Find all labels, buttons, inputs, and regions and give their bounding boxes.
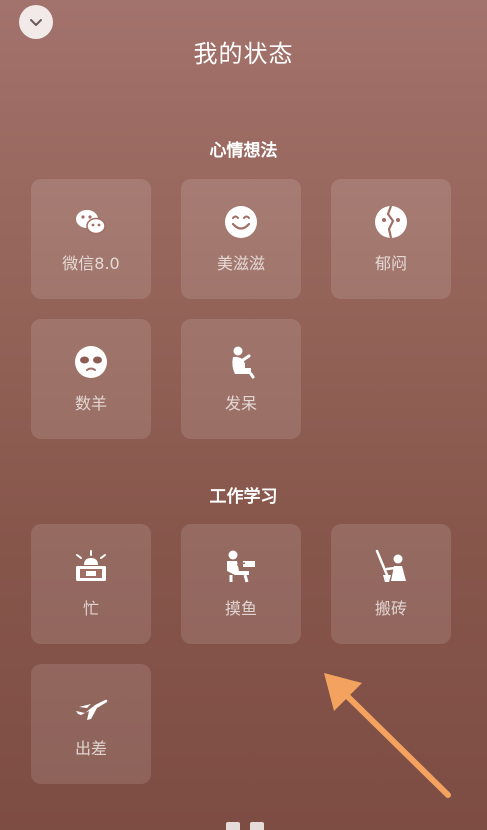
status-tile-daze[interactable]: 发呆	[181, 319, 301, 439]
airplane-icon	[73, 689, 109, 725]
chevron-down-icon	[30, 19, 42, 26]
status-tile-label: 美滋滋	[216, 254, 265, 273]
status-tile-depressed[interactable]: 郁闷	[331, 179, 451, 299]
status-tile-label: 搬砖	[374, 599, 407, 618]
status-tile-business-trip[interactable]: 出差	[31, 664, 151, 784]
status-tile-wechat[interactable]: 微信8.0	[31, 179, 151, 299]
status-tile-hard-work[interactable]: 搬砖	[331, 524, 451, 644]
status-tile-happy[interactable]: 美滋滋	[181, 179, 301, 299]
status-tile-label: 微信8.0	[62, 254, 120, 273]
sleepy-face-icon	[73, 344, 109, 380]
worker-shovel-icon	[373, 549, 409, 585]
section-title-mood: 心情想法	[209, 141, 278, 161]
status-tile-counting-sheep[interactable]: 数羊	[31, 319, 151, 439]
status-tile-busy[interactable]: 忙	[31, 524, 151, 644]
status-tile-label: 数羊	[74, 394, 107, 413]
wechat-icon	[73, 204, 109, 240]
broken-heart-face-icon	[373, 204, 409, 240]
annotation-arrow-icon	[324, 673, 451, 798]
relax-person-icon	[223, 549, 259, 585]
status-tile-label: 摸鱼	[224, 599, 257, 618]
alarm-laptop-icon	[73, 549, 109, 585]
status-tile-label: 发呆	[224, 394, 257, 413]
cut-off-content	[200, 822, 290, 830]
page-title: 我的状态	[193, 40, 294, 68]
status-tile-label: 出差	[74, 739, 107, 758]
status-tile-label: 忙	[82, 599, 99, 618]
status-tile-slacking[interactable]: 摸鱼	[181, 524, 301, 644]
daze-person-icon	[223, 344, 259, 380]
status-tile-label: 郁闷	[374, 254, 407, 273]
section-title-work: 工作学习	[209, 487, 278, 507]
smile-face-icon	[223, 204, 259, 240]
